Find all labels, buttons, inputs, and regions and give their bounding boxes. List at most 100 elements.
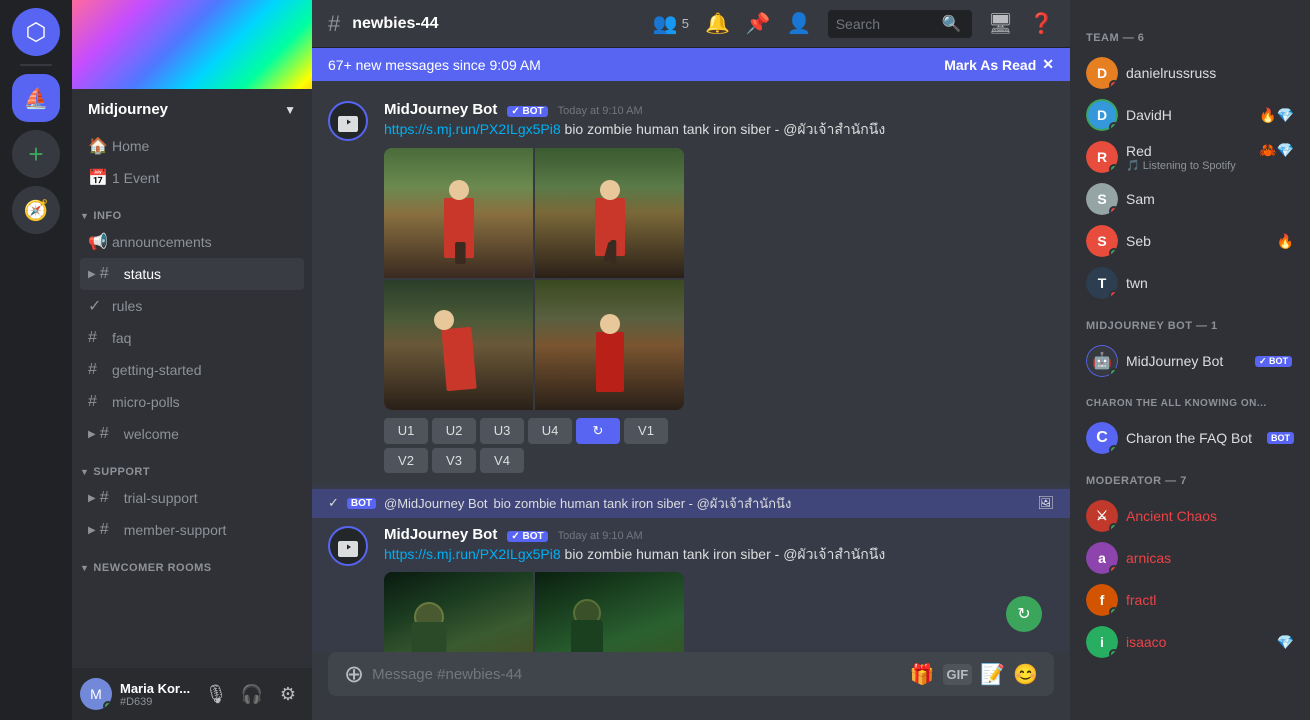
status-dot-midjourneybot (1109, 368, 1118, 377)
gif-icon[interactable]: GIF (943, 664, 973, 685)
gift-icon[interactable]: 🎁 (910, 662, 935, 687)
image-2b[interactable] (535, 572, 684, 652)
member-arnicas[interactable]: a arnicas (1078, 537, 1302, 579)
category-newcomer-rooms-label: NEWCOMER ROOMS (93, 562, 211, 574)
category-support[interactable]: ▼ SUPPORT (72, 450, 312, 482)
member-seb[interactable]: S Seb 🔥 (1078, 220, 1302, 262)
member-category-midjourneybot: MIDJOURNEY BOT — 1 (1078, 304, 1302, 336)
u3-button[interactable]: U3 (480, 418, 524, 444)
v2-button[interactable]: V2 (384, 448, 428, 473)
v1-button[interactable]: V1 (624, 418, 668, 444)
messages-area[interactable]: MidJourney Bot ✓ BOT Today at 9:10 AM ht… (312, 81, 1070, 652)
server-name-bar[interactable]: Midjourney ▼ (72, 89, 312, 130)
image-1d[interactable] (535, 280, 684, 410)
member-name-danielrussruss: danielrussruss (1126, 65, 1294, 81)
server-header[interactable]: Midjourney ▼ (72, 0, 312, 130)
home-icon: 🏠 (88, 136, 106, 156)
announcements-label: announcements (112, 234, 212, 250)
status-dot-sam (1109, 206, 1118, 215)
member-ancientchaos[interactable]: ⚔ Ancient Chaos (1078, 495, 1302, 537)
sticker-icon[interactable]: 📝 (980, 662, 1005, 687)
getting-started-label: getting-started (112, 362, 202, 378)
pin-icon[interactable]: 📌 (746, 11, 771, 36)
member-sam[interactable]: S Sam (1078, 178, 1302, 220)
image-1a[interactable] (384, 148, 533, 278)
v4-button[interactable]: V4 (480, 448, 524, 473)
message-content-2: MidJourney Bot ✓ BOT Today at 9:10 AM ht… (384, 526, 1054, 652)
caret-icon: ▼ (80, 211, 89, 221)
member-name-charonbot: Charon the FAQ Bot (1126, 430, 1259, 446)
midjourney-server-icon[interactable]: ⛵ (12, 74, 60, 122)
member-charonbot[interactable]: C Charon the FAQ Bot BOT (1078, 417, 1302, 459)
channel-member-support[interactable]: ▶ # member-support (80, 514, 304, 546)
welcome-label: welcome (124, 426, 179, 442)
member-name-sam: Sam (1126, 191, 1294, 207)
mark-as-read-button[interactable]: Mark As Read ✕ (944, 56, 1054, 73)
member-count-icon[interactable]: 👥 (653, 11, 678, 36)
member-fractl[interactable]: f fractl (1078, 579, 1302, 621)
help-icon[interactable]: ❓ (1029, 11, 1054, 36)
headset-button[interactable]: 🎧 (236, 678, 268, 710)
add-attachment-button[interactable]: ⊕ (344, 660, 364, 689)
add-member-icon[interactable]: 👤 (787, 11, 812, 36)
status-dot-ancientchaos (1109, 523, 1118, 532)
message-link-1[interactable]: https://s.mj.run/PX2ILgx5Pi8 (384, 121, 561, 137)
channel-status[interactable]: ▶ # status (80, 258, 304, 290)
channel-announcements[interactable]: 📢 announcements (80, 226, 304, 258)
member-panel: TEAM — 6 D danielrussruss D DavidH 🔥💎 R … (1070, 0, 1310, 720)
v3-button[interactable]: V3 (432, 448, 476, 473)
member-isaaco[interactable]: i isaaco 💎 (1078, 621, 1302, 663)
category-newcomer-rooms[interactable]: ▼ NEWCOMER ROOMS (72, 546, 312, 578)
channel-hash-icon: # (328, 11, 340, 37)
add-server-icon[interactable]: + (12, 130, 60, 178)
message-link-2[interactable]: https://s.mj.run/PX2ILgx5Pi8 (384, 546, 561, 562)
search-bar[interactable]: 🔍 (828, 10, 972, 38)
header-actions: 👥 5 🔔 📌 👤 🔍 🖥 ❓ (653, 10, 1054, 38)
rules-label: rules (112, 298, 142, 314)
channel-getting-started[interactable]: # getting-started (80, 354, 304, 386)
u2-button[interactable]: U2 (432, 418, 476, 444)
trial-support-label: trial-support (124, 490, 198, 506)
inbox-icon[interactable]: 🖥 (988, 11, 1013, 36)
u1-button[interactable]: U1 (384, 418, 428, 444)
channel-rules[interactable]: ✓ rules (80, 290, 304, 322)
avatar-sam: S (1086, 183, 1118, 215)
member-davidh[interactable]: D DavidH 🔥💎 (1078, 94, 1302, 136)
image-2a[interactable] (384, 572, 533, 652)
new-messages-banner[interactable]: 67+ new messages since 9:09 AM Mark As R… (312, 48, 1070, 81)
emoji-icon[interactable]: 😊 (1013, 662, 1038, 687)
events-nav-item[interactable]: 📅 1 Event (80, 162, 304, 194)
message-text-1: https://s.mj.run/PX2ILgx5Pi8 bio zombie … (384, 120, 1054, 140)
settings-button[interactable]: ⚙ (272, 678, 304, 710)
scroll-to-bottom-button[interactable]: ↻ (1006, 596, 1042, 632)
mic-button[interactable]: 🎙 (200, 678, 232, 710)
mute-icon[interactable]: 🔔 (705, 11, 730, 36)
member-danielrussruss[interactable]: D danielrussruss (1078, 52, 1302, 94)
member-red[interactable]: R Red 🦀💎 🎵 Listening to Spotify (1078, 136, 1302, 178)
status-dot-seb (1109, 248, 1118, 257)
bot-avatar-2 (328, 526, 368, 566)
home-label: Home (112, 138, 149, 154)
member-name-seb: Seb (1126, 233, 1269, 249)
image-1b[interactable] (535, 148, 684, 278)
message-group-2: MidJourney Bot ✓ BOT Today at 9:10 AM ht… (312, 522, 1070, 652)
discord-home-icon[interactable]: ⬡ (12, 8, 60, 56)
discover-servers-icon[interactable]: 🧭 (12, 186, 60, 234)
member-midjourneybot[interactable]: 🤖 MidJourney Bot ✓ BOT (1078, 340, 1302, 382)
status-dot-isaaco (1109, 649, 1118, 658)
user-status-dot (103, 701, 112, 710)
category-info[interactable]: ▼ INFO (72, 194, 312, 226)
channel-micro-polls[interactable]: # micro-polls (80, 386, 304, 418)
channel-welcome[interactable]: ▶ # welcome (80, 418, 304, 450)
u4-button[interactable]: U4 (528, 418, 572, 444)
home-nav-item[interactable]: 🏠 Home (80, 130, 304, 162)
image-1c[interactable] (384, 280, 533, 410)
search-input[interactable] (836, 16, 936, 32)
channel-trial-support[interactable]: ▶ # trial-support (80, 482, 304, 514)
welcome-collapse-icon: ▶ (88, 429, 96, 440)
channel-faq[interactable]: # faq (80, 322, 304, 354)
chat-input[interactable] (372, 656, 902, 693)
refresh-button[interactable]: ↻ (576, 418, 620, 444)
main-chat-area: # newbies-44 👥 5 🔔 📌 👤 🔍 🖥 ❓ 67+ new mes… (312, 0, 1070, 720)
member-twn[interactable]: T twn (1078, 262, 1302, 304)
